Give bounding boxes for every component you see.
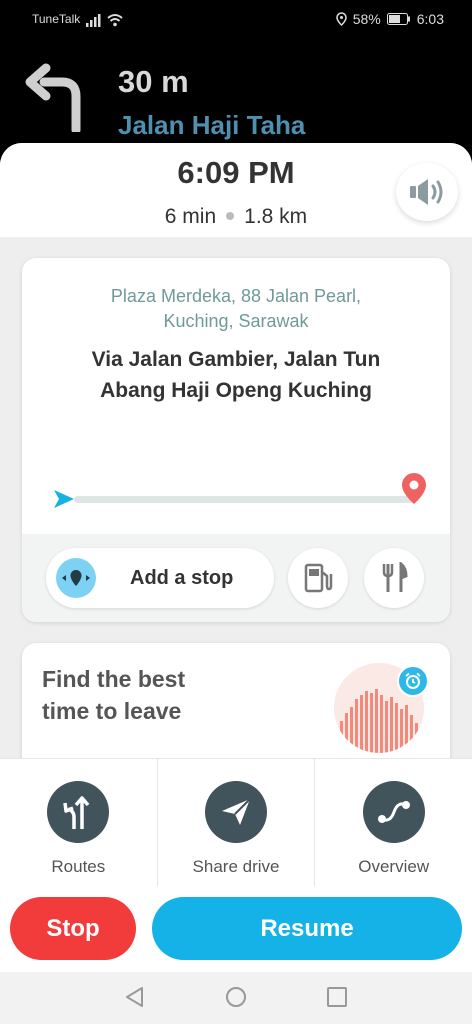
- speaker-icon: [410, 179, 443, 205]
- card-actions: Add a stop: [22, 534, 450, 622]
- destination-address: Plaza Merdeka, 88 Jalan Pearl, Kuching, …: [110, 286, 362, 331]
- destination-pin-icon: [402, 473, 426, 504]
- street-name: Jalan Haji Taha: [118, 110, 306, 140]
- share-drive-label: Share drive: [192, 857, 280, 876]
- turn-left-icon: [25, 63, 81, 132]
- sound-button[interactable]: [396, 163, 458, 221]
- best-time-card[interactable]: Find the best time to leave: [22, 643, 450, 773]
- restaurant-button[interactable]: [364, 548, 424, 608]
- add-stop-icon: [56, 558, 96, 598]
- eta-sheet: 6:09 PM 6 min 1.8 km Plaza Merdeka, 88 Ja…: [0, 143, 472, 1024]
- route-via: Via Jalan Gambier, Jalan Tun Abang Haji …: [91, 348, 381, 402]
- gas-pump-icon: [304, 563, 333, 593]
- status-bar: TuneTalk 58% 6:03: [0, 0, 472, 40]
- fork-knife-icon: [382, 562, 408, 592]
- overview-icon: [377, 801, 410, 823]
- action-row: Routes Share drive Overview: [0, 758, 472, 886]
- battery-icon: [386, 13, 410, 25]
- separator-dot: [226, 211, 235, 220]
- clock: 6:03: [416, 11, 444, 27]
- carrier-name: TuneTalk: [32, 12, 81, 26]
- destination-card[interactable]: Plaza Merdeka, 88 Jalan Pearl, Kuching, …: [22, 258, 450, 622]
- recents-icon[interactable]: [326, 986, 348, 1008]
- best-time-title: Find the best time to leave: [42, 666, 186, 724]
- overview-label: Overview: [358, 857, 430, 876]
- route-progress-bar: [74, 496, 414, 503]
- share-drive-icon: [222, 798, 251, 825]
- trip-duration: 6 min: [164, 205, 217, 228]
- eta-panel: 6:09 PM 6 min 1.8 km: [0, 143, 472, 237]
- navigation-controls: Stop Resume: [0, 886, 472, 972]
- system-nav-bar: [0, 972, 472, 1024]
- back-icon[interactable]: [124, 986, 146, 1008]
- current-position-icon: [54, 490, 74, 508]
- stop-button[interactable]: Stop: [10, 897, 136, 960]
- trip-distance: 1.8 km: [244, 205, 308, 228]
- share-drive-button[interactable]: Share drive: [158, 759, 316, 886]
- alarm-clock-icon: [397, 665, 429, 697]
- resume-button[interactable]: Resume: [152, 897, 462, 960]
- location-icon: [335, 12, 347, 26]
- turn-distance: 30 m: [118, 64, 189, 99]
- gas-station-button[interactable]: [288, 548, 348, 608]
- overview-button[interactable]: Overview: [315, 759, 472, 886]
- routes-icon: [63, 796, 90, 829]
- turn-instruction[interactable]: 30 m Jalan Haji Taha: [0, 40, 472, 150]
- add-stop-label: Add a stop: [130, 566, 234, 589]
- add-stop-button[interactable]: Add a stop: [46, 548, 274, 608]
- battery-percent: 58%: [352, 11, 381, 27]
- routes-button[interactable]: Routes: [0, 759, 158, 886]
- routes-label: Routes: [51, 857, 106, 876]
- home-icon[interactable]: [225, 986, 247, 1008]
- signal-wifi-icon: [86, 14, 123, 27]
